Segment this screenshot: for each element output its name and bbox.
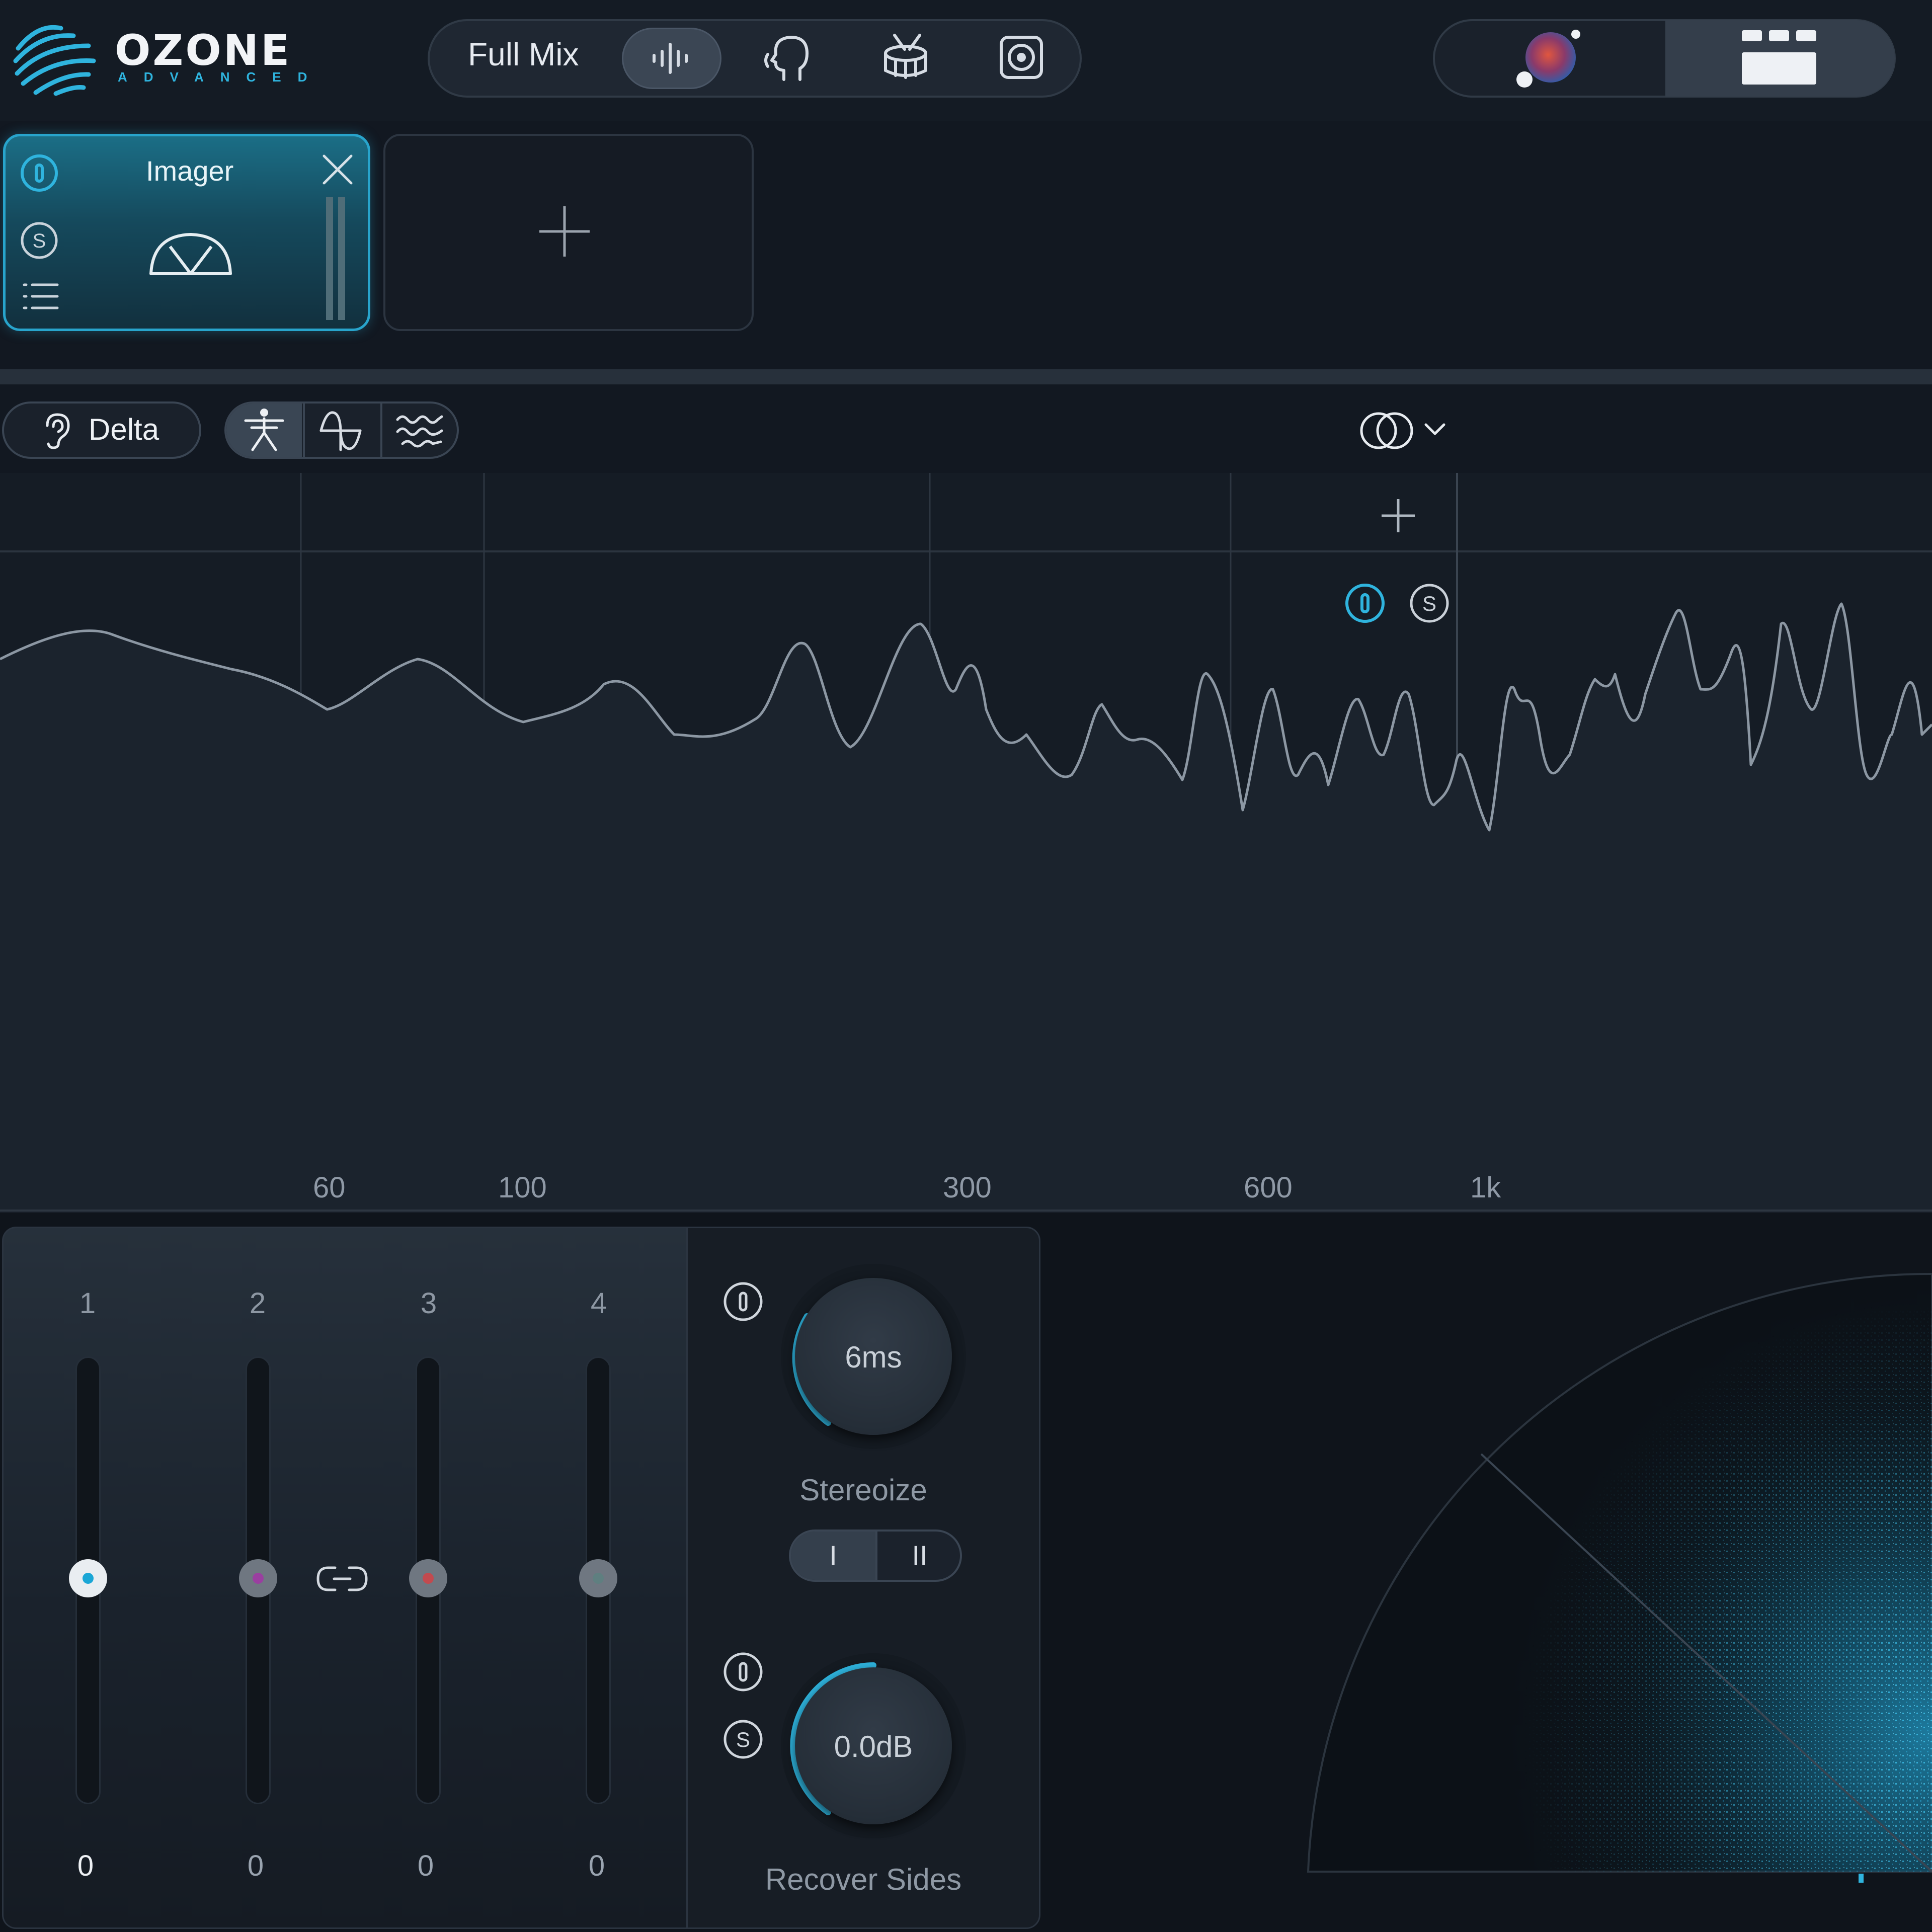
- recover-sides-value: 0.0dB: [834, 1730, 913, 1763]
- module-output-meter: [326, 197, 345, 320]
- vocal-head-icon[interactable]: [764, 34, 814, 83]
- orb-assistant-icon[interactable]: [1509, 24, 1585, 90]
- stereo-meter-icon: [149, 233, 232, 275]
- band-width-value-3[interactable]: 0: [406, 1852, 446, 1881]
- ozone-logo-icon: [13, 25, 96, 96]
- band-number-4: 4: [590, 1287, 607, 1320]
- freq-label-600: 600: [1244, 1171, 1293, 1204]
- module-grid-icon: [1742, 30, 1816, 85]
- add-band-plus-icon[interactable]: [1381, 498, 1416, 533]
- freq-label-60: 60: [313, 1171, 346, 1204]
- band-width-value-1[interactable]: 0: [65, 1852, 106, 1881]
- band-thumb-dot: [83, 1573, 94, 1584]
- freq-label-300: 300: [943, 1171, 992, 1204]
- svg-text:S: S: [736, 1728, 750, 1751]
- mode-separator: [380, 404, 382, 457]
- band-width-thumb-2[interactable]: [237, 1558, 279, 1599]
- person-icon[interactable]: [242, 408, 287, 453]
- band-thumb-dot: [593, 1573, 604, 1584]
- band-width-value-4[interactable]: 0: [577, 1852, 617, 1881]
- ear-icon: [46, 413, 70, 449]
- band-number-2: 2: [249, 1287, 266, 1320]
- recover-sides-solo-icon[interactable]: S: [721, 1718, 765, 1761]
- band-width-thumb-4[interactable]: [578, 1558, 619, 1599]
- assistant-target-label[interactable]: Full Mix: [468, 38, 579, 70]
- freq-label-1k: 1k: [1470, 1171, 1501, 1204]
- module-title: Imager: [146, 155, 234, 187]
- drum-icon[interactable]: [880, 32, 931, 83]
- app-logo-text: OZONE: [115, 26, 292, 75]
- stereo-rings-icon[interactable]: [1358, 411, 1454, 451]
- stereoize-label: Stereoize: [799, 1473, 927, 1507]
- vectorscope: [1307, 1272, 1932, 1883]
- freq-label-100: 100: [498, 1171, 547, 1204]
- stereoize-mode-i[interactable]: I: [791, 1542, 875, 1570]
- band-number-1: 1: [79, 1287, 96, 1320]
- band-width-thumb-3[interactable]: [408, 1558, 449, 1599]
- sine-icon[interactable]: [318, 410, 363, 452]
- stereoize-power-icon[interactable]: [721, 1280, 765, 1323]
- waves-icon[interactable]: [395, 411, 444, 451]
- mode-separator: [303, 404, 305, 457]
- stereoize-mode-ii[interactable]: II: [877, 1542, 962, 1570]
- band-solo-icon[interactable]: S: [1408, 582, 1451, 625]
- band-thumb-dot: [253, 1573, 264, 1584]
- band-width-value-2[interactable]: 0: [235, 1852, 276, 1881]
- waveform-icon: [653, 43, 688, 74]
- recover-sides-label: Recover Sides: [765, 1863, 962, 1896]
- recover-sides-power-icon[interactable]: [721, 1650, 765, 1694]
- band-thumb-dot: [423, 1573, 434, 1584]
- module-solo-icon[interactable]: S: [19, 220, 59, 261]
- band-width-thumb-1[interactable]: [67, 1558, 109, 1599]
- module-menu-icon[interactable]: [22, 282, 59, 311]
- band-number-3: 3: [420, 1287, 437, 1320]
- delta-label: Delta: [89, 413, 159, 446]
- stereoize-value: 6ms: [845, 1340, 902, 1374]
- vectorscope-marker: [1859, 1874, 1864, 1883]
- link-icon[interactable]: [315, 1564, 369, 1594]
- band-power-icon[interactable]: [1343, 582, 1387, 625]
- app-logo-subtext: ADVANCED: [118, 69, 324, 85]
- spectrum-graph: [0, 473, 1932, 1213]
- module-power-icon[interactable]: [19, 153, 59, 193]
- svg-text:S: S: [33, 230, 46, 252]
- speaker-icon[interactable]: [997, 33, 1045, 82]
- add-module-plus-icon: [539, 206, 590, 257]
- spectrum-fill: [0, 604, 1932, 1213]
- module-close-icon[interactable]: [320, 152, 355, 187]
- svg-text:S: S: [1422, 592, 1436, 615]
- section-divider: [0, 369, 1932, 384]
